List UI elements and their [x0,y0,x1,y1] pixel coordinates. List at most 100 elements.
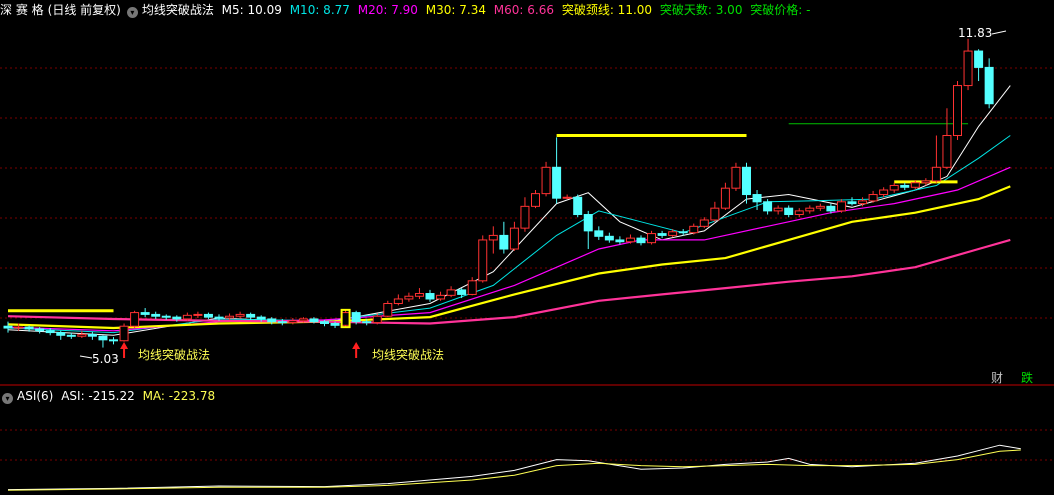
candle-body-92 [974,50,984,68]
candle-body-82 [868,194,878,202]
candle-body-83 [879,189,889,196]
candle-body-63 [668,231,678,236]
candle-body-5 [56,332,66,336]
candle-body-86 [910,182,920,188]
candle-body-33 [351,312,361,323]
asi-line [7,444,1021,491]
candle-body-70 [742,166,751,196]
candle-body-28 [298,318,308,322]
candle-body-66 [699,219,709,227]
candle-body-43 [457,289,467,295]
candle-body-77 [815,205,825,209]
candle-body-32 [341,312,351,326]
candle-body-89 [942,135,952,168]
candle-body-31 [330,322,340,326]
candle-body-76 [805,207,815,212]
candle-body-2 [24,326,34,330]
candle-body-93 [984,66,994,105]
candle-body-13 [140,312,150,315]
candle-body-73 [773,207,783,212]
candle-body-7 [77,333,87,337]
candle-body-46 [488,234,498,241]
candle-body-45 [478,239,488,282]
candle-body-36 [383,303,393,317]
signal-arrow-2 [352,342,361,358]
m20-line [7,166,1011,332]
finance-button[interactable]: 财 [988,371,1006,386]
candle-body-6 [66,334,76,337]
candle-body-84 [889,184,899,191]
candle-body-52 [552,166,562,199]
candle-body-81 [858,200,868,205]
candle-body-65 [689,225,699,234]
candle-body-35 [372,315,382,324]
candle-body-50 [531,193,540,207]
chart-canvas[interactable] [0,0,1054,495]
candle-body-23 [246,313,256,318]
candle-body-74 [784,207,794,216]
candle-body-14 [151,313,161,317]
candle-body-18 [193,313,203,316]
candle-body-9 [98,335,108,341]
candle-body-27 [288,320,298,324]
candle-body-15 [161,315,171,318]
candle-body-57 [604,235,614,241]
candle-body-62 [657,233,667,236]
candle-body-8 [87,333,97,337]
candle-body-51 [541,166,551,195]
signal-label-1: 均线突破战法 [138,348,211,362]
candle-body-38 [404,295,414,300]
candle-body-59 [625,237,635,243]
candle-body-10 [109,339,118,342]
candle-body-25 [267,318,277,323]
candle-body-90 [953,85,962,137]
candle-body-29 [309,318,319,323]
candle-body-24 [256,316,266,320]
candle-body-88 [931,166,941,182]
candle-body-42 [446,289,456,296]
candle-body-41 [436,294,446,300]
candle-body-67 [710,207,720,221]
candle-body-79 [836,201,846,212]
candle-body-64 [678,231,688,234]
candle-body-16 [172,316,182,320]
candle-body-21 [225,315,235,319]
candle-body-3 [35,328,45,332]
candle-body-58 [615,239,625,243]
candle-body-26 [277,321,287,324]
candle-body-49 [520,205,530,229]
candle-body-44 [467,280,477,295]
m30-line [7,185,1011,330]
candle-body-20 [214,316,224,319]
candle-body-34 [362,321,372,324]
low-price-leader [79,355,93,359]
candle-body-48 [509,227,519,250]
candle-body-4 [45,330,55,334]
m60-line [7,238,1011,325]
candle-body-69 [731,166,741,189]
high-price-label: 11.83 [958,26,993,40]
candle-body-22 [235,313,245,317]
candle-body-30 [320,321,329,324]
low-price-label: 5.03 [92,352,119,366]
candle-body-56 [594,230,604,237]
candle-body-19 [203,313,213,318]
m10-line [7,135,1011,334]
candle-body-39 [414,293,424,297]
candle-body-60 [636,237,646,244]
candle-body-78 [826,205,836,212]
candle-body-40 [425,293,435,300]
candle-body-61 [647,233,657,244]
candle-body-37 [393,298,403,305]
candle-body-53 [562,196,572,199]
m5-line [7,85,1011,336]
candle-body-17 [182,314,192,320]
candle-body-47 [499,234,509,250]
candle-body-75 [794,210,804,216]
signal-label-2: 均线突破战法 [372,348,445,362]
candle-body-68 [720,187,730,209]
decline-button[interactable]: 跌 [1018,371,1036,386]
candle-body-80 [847,201,857,205]
signal-arrow-1 [120,342,129,358]
candle-body-1 [14,326,24,329]
